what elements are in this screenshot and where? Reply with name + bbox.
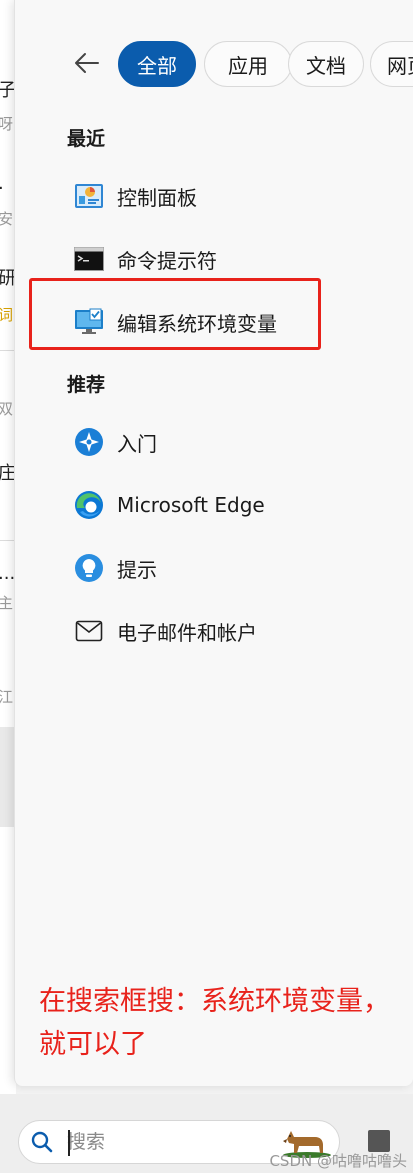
annotation-text: 在搜索框搜：系统环境变量，就可以了 xyxy=(39,986,390,1060)
result-label: 编辑系统环境变量 xyxy=(117,311,277,336)
tips-icon xyxy=(73,552,105,584)
result-label: 控制面板 xyxy=(117,185,197,210)
result-control-panel[interactable]: 控制面板 xyxy=(67,171,397,221)
bg-text: 安 xyxy=(0,210,14,228)
result-label: 提示 xyxy=(117,557,157,582)
mail-icon xyxy=(73,615,105,647)
tab-all[interactable]: 全部 xyxy=(118,41,196,87)
taskbar: CSDN @咕噜咕噜头 xyxy=(0,1094,413,1173)
section-title-recommended: 推荐 xyxy=(67,374,106,396)
edge-icon xyxy=(73,489,105,521)
bg-text: 词 xyxy=(0,306,14,324)
bg-text: ... xyxy=(0,563,16,584)
section-title-recent: 最近 xyxy=(67,128,106,150)
control-panel-icon xyxy=(73,180,105,212)
back-button[interactable] xyxy=(69,46,103,80)
system-properties-icon xyxy=(73,306,105,338)
result-label: 入门 xyxy=(117,431,157,456)
result-command-prompt[interactable]: 命令提示符 xyxy=(67,234,397,284)
bg-text: 呀 xyxy=(0,115,14,133)
tab-apps[interactable]: 应用 xyxy=(204,41,292,87)
search-input[interactable] xyxy=(67,1131,267,1153)
result-label: 命令提示符 xyxy=(117,248,217,273)
bg-text: · xyxy=(0,180,4,198)
taskbar-app-button[interactable] xyxy=(368,1130,390,1152)
search-flyout: 全部 应用 文档 网页 最近 控制面板 xyxy=(14,0,413,1086)
tab-documents[interactable]: 文档 xyxy=(288,41,364,87)
result-label: Microsoft Edge xyxy=(117,493,265,517)
result-tips[interactable]: 提示 xyxy=(67,543,397,593)
result-label: 电子邮件和帐户 xyxy=(117,620,257,645)
tab-web[interactable]: 网页 xyxy=(370,41,413,87)
arrow-left-icon xyxy=(75,53,99,73)
bg-text: 江 xyxy=(0,688,14,706)
bg-text: 主 xyxy=(0,594,14,612)
result-email-accounts[interactable]: 电子邮件和帐户 xyxy=(67,606,397,656)
bg-text: 双 xyxy=(0,400,14,418)
watermark: CSDN @咕噜咕噜头 xyxy=(269,1152,407,1170)
result-get-started[interactable]: 入门 xyxy=(67,417,397,467)
result-microsoft-edge[interactable]: Microsoft Edge xyxy=(67,480,397,530)
search-icon xyxy=(29,1129,55,1155)
get-started-icon xyxy=(73,426,105,458)
result-edit-environment-variables[interactable]: 编辑系统环境变量 xyxy=(67,297,397,347)
text-caret xyxy=(68,1130,70,1156)
command-prompt-icon xyxy=(73,243,105,275)
filter-bar: 全部 应用 文档 网页 xyxy=(15,38,413,88)
